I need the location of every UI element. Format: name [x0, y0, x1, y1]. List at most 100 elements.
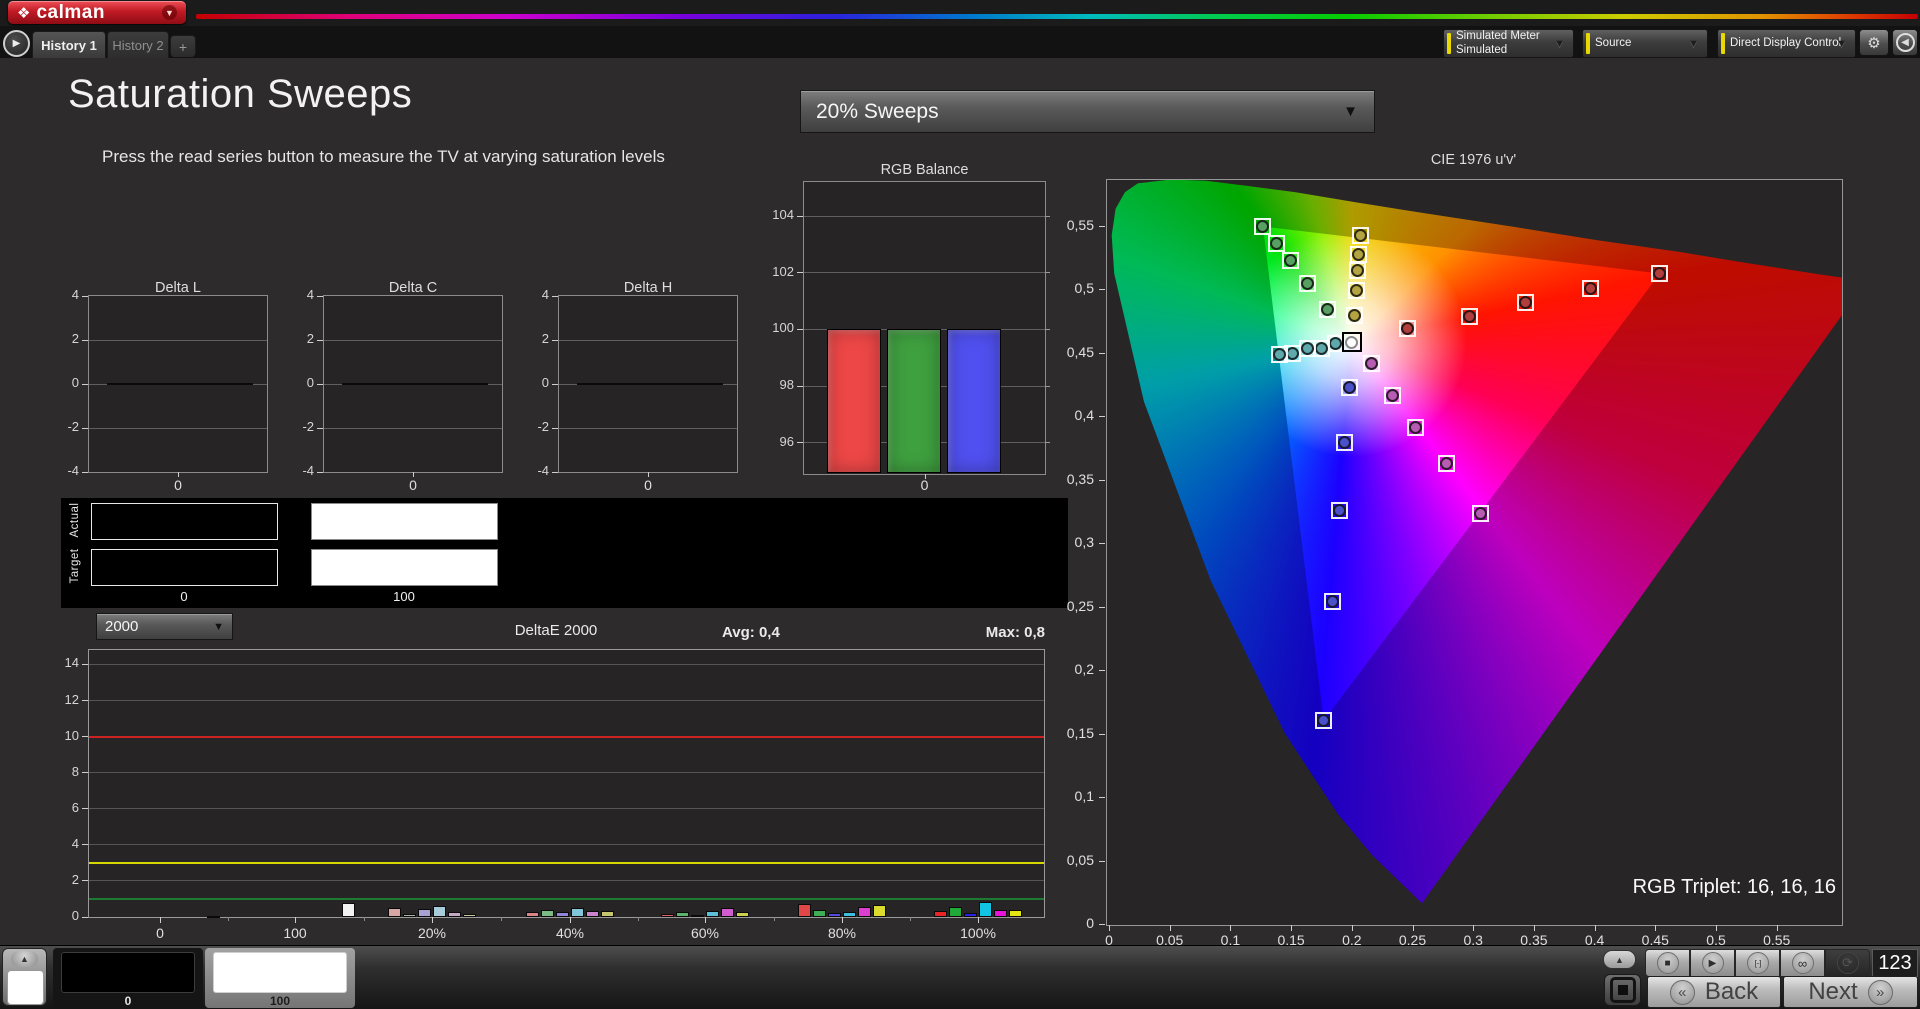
cie-x-tick	[1109, 925, 1110, 931]
cie-y-tick-label: 0,1	[1050, 788, 1094, 804]
tick-label: 2	[525, 331, 549, 346]
patch-tile-100[interactable]: 100	[205, 948, 355, 1008]
x-tick-label: 100	[255, 925, 335, 941]
tab-scroll-button[interactable]: ▶	[3, 30, 30, 57]
infinity-icon: ∞	[1792, 952, 1814, 974]
cie-y-tick	[1099, 797, 1105, 798]
bottom-bar: ▲ 0 100 ▲ ■ ▶ [··] ∞ ⟳ 123 « Back Next »	[0, 945, 1920, 1009]
settings-button[interactable]: ⚙	[1859, 29, 1889, 56]
sync-button[interactable]: ⟳	[1825, 949, 1870, 977]
reference-line	[89, 736, 1044, 738]
gridline	[89, 340, 267, 341]
cie-title: CIE 1976 u'v'	[1106, 152, 1841, 168]
deltae-formula-value: 2000	[105, 618, 138, 635]
tab-history-2[interactable]: History 2	[107, 31, 169, 58]
sync-icon: ⟳	[1837, 952, 1859, 974]
chevron-down-icon: ▼	[1688, 38, 1699, 51]
patch-list-expander[interactable]: ▲	[2, 948, 47, 1006]
gridline	[324, 428, 502, 429]
tick-label: 102	[764, 264, 794, 279]
tick	[317, 472, 323, 473]
display-control-dropdown[interactable]: Direct Display Control ▼	[1717, 29, 1856, 58]
deltae-bar	[949, 907, 962, 917]
gridline	[89, 880, 1044, 881]
tab-history-1[interactable]: History 1	[32, 31, 106, 58]
chevron-up-icon: ▲	[1615, 955, 1624, 965]
x-tick	[432, 917, 433, 923]
back-button[interactable]: « Back	[1647, 976, 1781, 1008]
delta-h-x-label: 0	[558, 477, 738, 493]
tick	[552, 428, 558, 429]
actual-swatch-100	[311, 503, 498, 540]
source-dropdown[interactable]: Source ▼	[1582, 29, 1708, 58]
x-minor-tick	[228, 917, 229, 921]
meter-dropdown[interactable]: Simulated Meter Simulated ▼	[1443, 29, 1574, 58]
tick	[552, 340, 558, 341]
tick	[82, 917, 88, 918]
cie-y-tick-label: 0,5	[1050, 280, 1094, 296]
deltae-bar	[691, 915, 704, 917]
stop-square-icon	[1610, 977, 1636, 1003]
tick-label: 98	[764, 377, 794, 392]
play-button[interactable]: ▶	[1690, 949, 1735, 977]
tick	[82, 340, 88, 341]
calman-menu-button[interactable]: ❖ calman ▼	[8, 1, 186, 24]
tick-label: 2	[53, 872, 79, 887]
tick	[82, 384, 88, 385]
chevron-down-icon: ▼	[1554, 38, 1565, 51]
gridline	[89, 808, 1044, 809]
patch-window-button[interactable]	[1604, 974, 1641, 1006]
cie-measured-point	[1326, 595, 1339, 608]
current-patch-swatch	[7, 970, 44, 1005]
deltae-bar	[388, 908, 401, 917]
tick	[1045, 386, 1050, 387]
deltae-bar	[979, 902, 992, 917]
cie-y-tick-label: 0,05	[1050, 852, 1094, 868]
gridline	[804, 216, 1045, 217]
sweep-type-dropdown[interactable]: 20% Sweeps ▼	[800, 90, 1375, 133]
tick-label: 10	[53, 728, 79, 743]
delta-l-x-label: 0	[88, 477, 268, 493]
deltae-bar	[601, 911, 614, 917]
deltae-bar	[813, 910, 826, 917]
gridline	[89, 844, 1044, 845]
read-series-button[interactable]: [··]	[1735, 949, 1780, 977]
deltae-bar	[843, 912, 856, 917]
x-tick	[295, 917, 296, 923]
stop-button[interactable]: ■	[1645, 949, 1690, 977]
play-arrow-icon: ▶	[13, 38, 21, 49]
cie-y-tick-label: 0,4	[1050, 407, 1094, 423]
next-button[interactable]: Next »	[1783, 976, 1918, 1008]
tick	[82, 296, 88, 297]
page-title: Saturation Sweeps	[68, 72, 412, 117]
deltae-bar	[676, 912, 689, 917]
deltae-formula-dropdown[interactable]: 2000 ▼	[96, 613, 233, 640]
deltae-bar	[661, 914, 674, 917]
tick	[82, 428, 88, 429]
x-minor-tick	[910, 917, 911, 921]
tick-label: 2	[290, 331, 314, 346]
read-continuous-button[interactable]: ∞	[1780, 949, 1825, 977]
cie-y-tick	[1099, 543, 1105, 544]
target-swatch-0	[91, 549, 278, 586]
gridline	[89, 428, 267, 429]
tick-label: 104	[764, 207, 794, 222]
tick-label: 12	[53, 692, 79, 707]
tick-label: 8	[53, 764, 79, 779]
deltae-bar	[828, 913, 841, 917]
spectrum-strip	[196, 14, 1918, 19]
tick-label: 4	[290, 287, 314, 302]
cie-measured-point	[1474, 507, 1487, 520]
collapse-panel-button[interactable]: ◀	[1892, 29, 1918, 56]
tick	[82, 772, 88, 773]
tick-label: 4	[525, 287, 549, 302]
patch-tile-0[interactable]: 0	[53, 948, 203, 1008]
x-minor-tick	[638, 917, 639, 921]
transport-expander[interactable]: ▲	[1603, 950, 1636, 969]
add-tab-button[interactable]: +	[170, 35, 196, 57]
delta-l-chart: 420-2-4	[88, 295, 268, 473]
x-tick	[978, 917, 979, 923]
reference-line	[89, 862, 1044, 864]
cie-measured-point	[1321, 303, 1334, 316]
tick	[317, 340, 323, 341]
